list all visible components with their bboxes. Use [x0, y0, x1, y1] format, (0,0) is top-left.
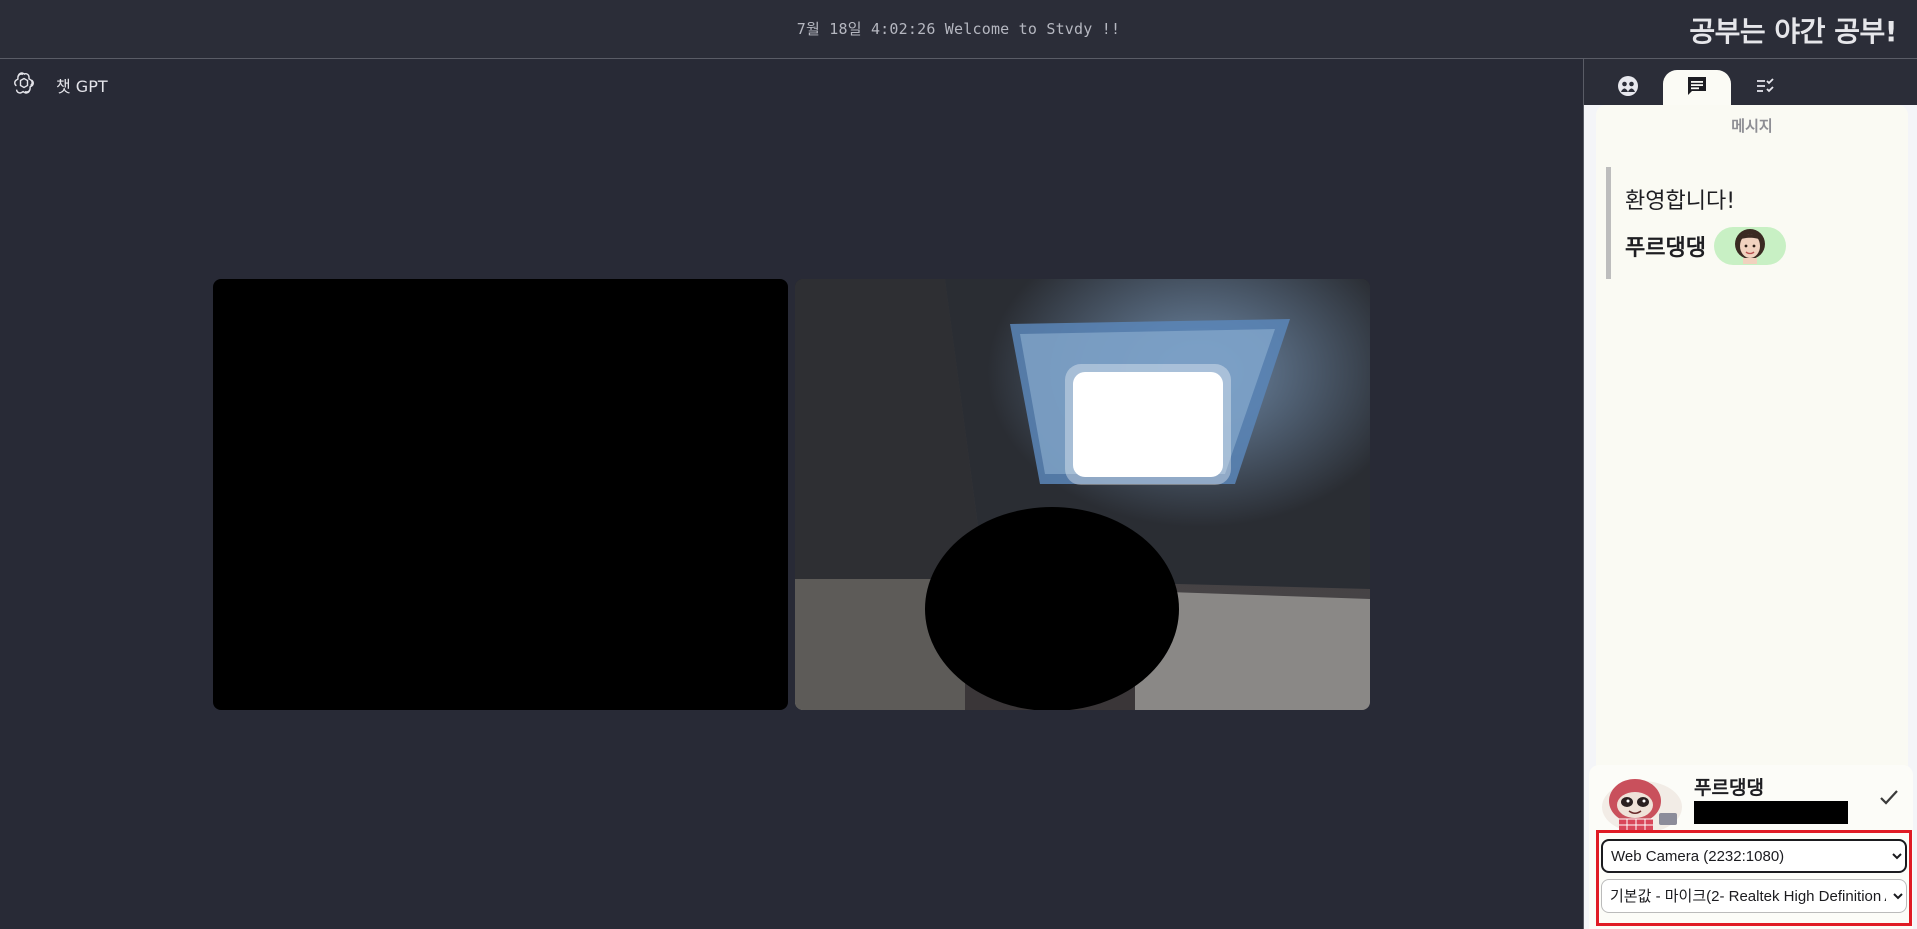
users-icon	[1616, 74, 1640, 102]
avatar	[1713, 227, 1786, 265]
sidebar-tabs	[1584, 59, 1917, 105]
top-bar: 7월 18일 4:02:26 Welcome to Stvdy !! 공부는 야…	[0, 0, 1917, 59]
device-selectors: Web Camera (2232:1080) 기본값 - 마이크(2- Real…	[1596, 830, 1912, 926]
message-author: 푸르댕댕	[1625, 227, 1786, 265]
profile-name: 푸르댕댕	[1694, 777, 1764, 799]
message-text: 환영합니다!	[1625, 189, 1736, 214]
brand-title: 공부는 야간 공부!	[1689, 15, 1897, 48]
tab-participants[interactable]	[1594, 70, 1662, 105]
camera-select[interactable]: Web Camera (2232:1080)	[1601, 839, 1907, 873]
tab-checklist[interactable]	[1732, 70, 1800, 105]
chatgpt-label: 챗 GPT	[56, 77, 108, 96]
openai-icon	[12, 71, 36, 99]
sidebar: 메시지 환영합니다! 푸르댕댕 전달할 내용을 입력하세요. 푸르댕댕 Web …	[1583, 59, 1917, 929]
message-icon	[1685, 74, 1709, 102]
profile-avatar	[1599, 773, 1685, 833]
local-video	[795, 279, 1370, 710]
confirm-button[interactable]	[1875, 785, 1903, 813]
chat-title: 메시지	[1731, 117, 1773, 135]
remote-video	[213, 279, 788, 710]
microphone-select[interactable]: 기본값 - 마이크(2- Realtek High Definition Aud…	[1601, 879, 1907, 913]
profile-card: 푸르댕댕 Web Camera (2232:1080) 기본값 - 마이크(2-…	[1589, 765, 1913, 929]
tab-messages[interactable]	[1663, 70, 1731, 105]
check-icon	[1877, 785, 1901, 813]
message-author-name: 푸르댕댕	[1625, 236, 1706, 261]
clock-welcome-text: 7월 18일 4:02:26 Welcome to Stvdy !!	[796, 20, 1121, 38]
profile-status-redacted	[1694, 801, 1848, 824]
chatgpt-link[interactable]: 챗 GPT	[12, 72, 108, 98]
chat-panel: 메시지 환영합니다! 푸르댕댕 전달할 내용을 입력하세요.	[1596, 105, 1908, 825]
message-item: 환영합니다! 푸르댕댕	[1606, 167, 1896, 279]
checklist-icon	[1754, 74, 1778, 102]
